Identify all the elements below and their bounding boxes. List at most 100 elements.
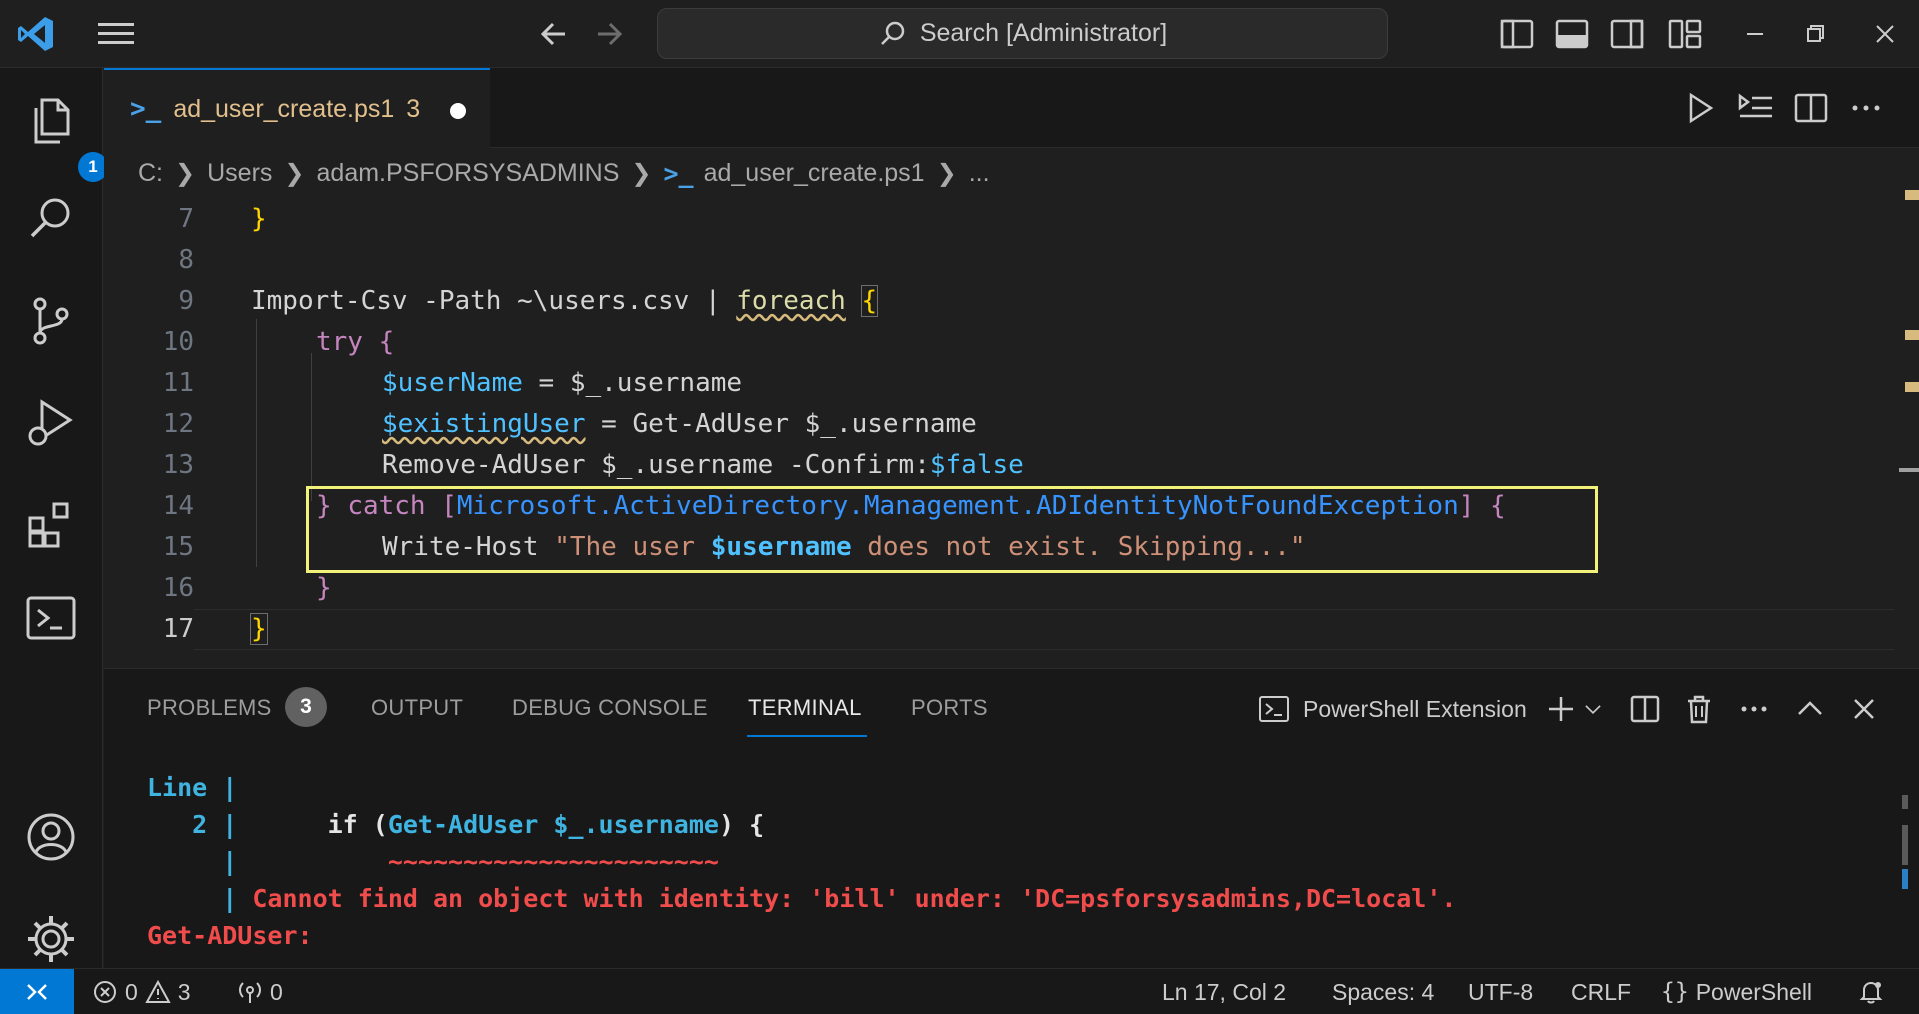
minimize-icon[interactable]: [1735, 14, 1775, 54]
chevron-down-icon[interactable]: [1582, 691, 1604, 727]
run-and-debug-icon[interactable]: [22, 394, 80, 452]
new-terminal-plus-icon[interactable]: [1544, 691, 1578, 727]
powershell-file-icon: >_: [130, 94, 162, 124]
panel-tabs: PROBLEMS 3 OUTPUT DEBUG CONSOLE TERMINAL…: [104, 669, 1919, 749]
close-panel-icon[interactable]: [1847, 691, 1881, 727]
chevron-right-icon: ❯: [631, 159, 652, 187]
more-actions-icon[interactable]: [1844, 86, 1888, 130]
terminal-line: 2 | if (Get-AdUser $_.username) {: [147, 806, 764, 843]
code-token: $userName: [382, 367, 523, 398]
eol-status[interactable]: CRLF: [1571, 969, 1631, 1014]
line-number: 9: [178, 285, 194, 316]
hamburger-menu-icon[interactable]: [96, 18, 136, 50]
tab-debug-console[interactable]: DEBUG CONSOLE: [512, 695, 708, 721]
error-count: 0: [125, 978, 138, 1005]
terminal-line: Get-ADUser:: [147, 917, 313, 954]
breadcrumb-drive[interactable]: C:: [138, 159, 163, 188]
trash-icon[interactable]: [1682, 691, 1716, 727]
powershell-icon[interactable]: [22, 590, 80, 648]
tab-output[interactable]: OUTPUT: [371, 695, 463, 721]
code-token: = $_.username: [522, 367, 743, 398]
code-text: $existingUser = Get-AdUser $_.username: [382, 409, 977, 439]
tab-ad-user-create[interactable]: >_ ad_user_create.ps1 3: [104, 68, 490, 148]
forward-arrow-icon[interactable]: [590, 16, 630, 52]
toggle-primary-sidebar-icon[interactable]: [1497, 14, 1537, 54]
code-line: 12 $existingUser = Get-AdUser $_.usernam…: [104, 403, 1894, 444]
notifications-bell-icon[interactable]: [1858, 969, 1884, 1014]
breadcrumb-users[interactable]: Users: [207, 159, 272, 188]
breadcrumb-file[interactable]: ad_user_create.ps1: [704, 159, 925, 188]
tab-ports[interactable]: PORTS: [911, 695, 988, 721]
tab-filename: ad_user_create.ps1: [173, 94, 395, 123]
terminal-text: if (: [237, 810, 388, 839]
maximize-panel-chevron-up-icon[interactable]: [1793, 691, 1827, 727]
scrollbar-marker: [1905, 382, 1919, 392]
cursor-position[interactable]: Ln 17, Col 2: [1162, 969, 1286, 1014]
terminal-icon: [1259, 696, 1289, 722]
explorer-icon[interactable]: 1: [22, 94, 108, 182]
unsaved-dot-icon[interactable]: [450, 103, 466, 119]
account-icon[interactable]: [22, 808, 80, 866]
terminal-line: | ~~~~~~~~~~~~~~~~~~~~~~: [147, 843, 719, 880]
bottom-panel: PROBLEMS 3 OUTPUT DEBUG CONSOLE TERMINAL…: [104, 668, 1919, 968]
active-tab-indicator: [747, 735, 867, 737]
remote-indicator-icon[interactable]: [0, 969, 74, 1014]
code-line: 9 Import-Csv -Path ~\users.csv | foreach…: [104, 280, 1894, 321]
restore-icon[interactable]: [1795, 14, 1835, 54]
breadcrumb-symbols[interactable]: ...: [969, 159, 990, 188]
run-selection-icon[interactable]: [1734, 86, 1778, 130]
scrollbar-marker: [1902, 825, 1908, 865]
terminal-text: Get-ADUser:: [147, 921, 313, 950]
terminal-text: |: [147, 847, 238, 876]
tab-terminal[interactable]: TERMINAL: [748, 695, 862, 721]
search-sidebar-icon[interactable]: [22, 190, 80, 248]
language-mode[interactable]: {} PowerShell: [1661, 969, 1812, 1014]
indentation-status[interactable]: Spaces: 4: [1332, 969, 1434, 1014]
breadcrumb-user-folder[interactable]: adam.PSFORSYSADMINS: [317, 159, 620, 188]
code-token: Remove-AdUser $_.username -Confirm:: [382, 449, 930, 480]
vscode-logo-icon[interactable]: [16, 14, 56, 54]
close-window-icon[interactable]: [1865, 14, 1905, 54]
code-line: 8: [104, 239, 1894, 280]
extensions-icon[interactable]: [22, 496, 80, 554]
manage-gear-icon[interactable]: [22, 910, 80, 968]
error-icon: [94, 981, 116, 1003]
source-control-icon[interactable]: [22, 292, 80, 350]
terminal-profile-label: PowerShell Extension: [1303, 695, 1527, 722]
braces-icon: {}: [1661, 979, 1689, 1005]
encoding-status[interactable]: UTF-8: [1468, 969, 1533, 1014]
code-text: }: [316, 572, 332, 603]
split-terminal-icon[interactable]: [1628, 691, 1662, 727]
terminal-line: | Cannot find an object with identity: '…: [147, 880, 1456, 917]
scrollbar-marker: [1905, 330, 1919, 340]
run-icon[interactable]: [1678, 86, 1722, 130]
code-line: 11 $userName = $_.username: [104, 362, 1894, 403]
code-token: $existingUser: [382, 408, 586, 439]
editor-tab-bar: >_ ad_user_create.ps1 3: [104, 68, 1919, 148]
terminal-text: Get-AdUser $_.username: [387, 810, 719, 839]
toggle-secondary-sidebar-icon[interactable]: [1607, 14, 1647, 54]
ports-status[interactable]: 0: [237, 969, 283, 1014]
terminal-profile-selector[interactable]: PowerShell Extension: [1257, 691, 1527, 727]
code-token: $false: [929, 449, 1024, 480]
line-number: 12: [162, 408, 194, 439]
more-actions-icon[interactable]: [1737, 691, 1771, 727]
split-editor-icon[interactable]: [1789, 86, 1833, 130]
code-text: Remove-AdUser $_.username -Confirm:$fals…: [382, 450, 1024, 480]
code-token: foreach: [736, 285, 846, 316]
command-center-search[interactable]: Search [Administrator]: [657, 8, 1388, 59]
problems-status[interactable]: 0 3: [92, 969, 191, 1014]
tab-problems[interactable]: PROBLEMS: [147, 695, 272, 721]
back-arrow-icon[interactable]: [535, 16, 575, 52]
warning-count: 3: [177, 978, 191, 1005]
warning-icon: [145, 979, 171, 1003]
toggle-panel-icon[interactable]: [1552, 14, 1592, 54]
line-number: 7: [178, 203, 194, 234]
scrollbar-marker: [1902, 795, 1908, 809]
terminal-text: 2 |: [147, 810, 238, 839]
customize-layout-icon[interactable]: [1665, 14, 1705, 54]
code-text: try {: [316, 327, 394, 357]
terminal-text: Cannot find an object with identity: 'bi…: [237, 884, 1457, 913]
code-editor[interactable]: 7 } 8 9 Import-Csv -Path ~\users.csv | f…: [104, 190, 1919, 662]
code-line: 16 }: [104, 567, 1894, 608]
